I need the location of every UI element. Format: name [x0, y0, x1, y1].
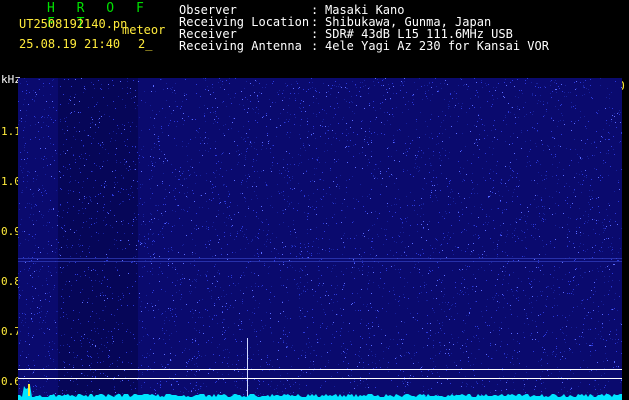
faint-horizontal-line [18, 258, 622, 259]
header-left: H R O F F T UT2508192140.pn meteor 25.08… [0, 0, 170, 60]
mode-label: meteor [122, 23, 166, 37]
file-name: UT2508192140.pn [19, 17, 128, 31]
station-info: Observer: Masaki Kano Receiving Location… [179, 4, 549, 52]
reference-line [18, 378, 622, 379]
info-label: Receiving Antenna [179, 39, 302, 53]
info-value: 4ele Yagi Az 230 for Kansai VOR [325, 39, 549, 53]
reference-line [18, 369, 622, 370]
faint-horizontal-line [18, 261, 622, 262]
date-time: 25.08.19 21:40 [19, 37, 121, 51]
spectrogram-plot [18, 78, 622, 400]
info-row-antenna: Receiving Antenna: 4ele Yagi Az 230 for … [179, 39, 549, 53]
spectrogram-svg [18, 78, 622, 400]
truncated-label: 2_ [138, 37, 153, 51]
signal-spike [28, 384, 30, 396]
dark-band [58, 78, 138, 400]
